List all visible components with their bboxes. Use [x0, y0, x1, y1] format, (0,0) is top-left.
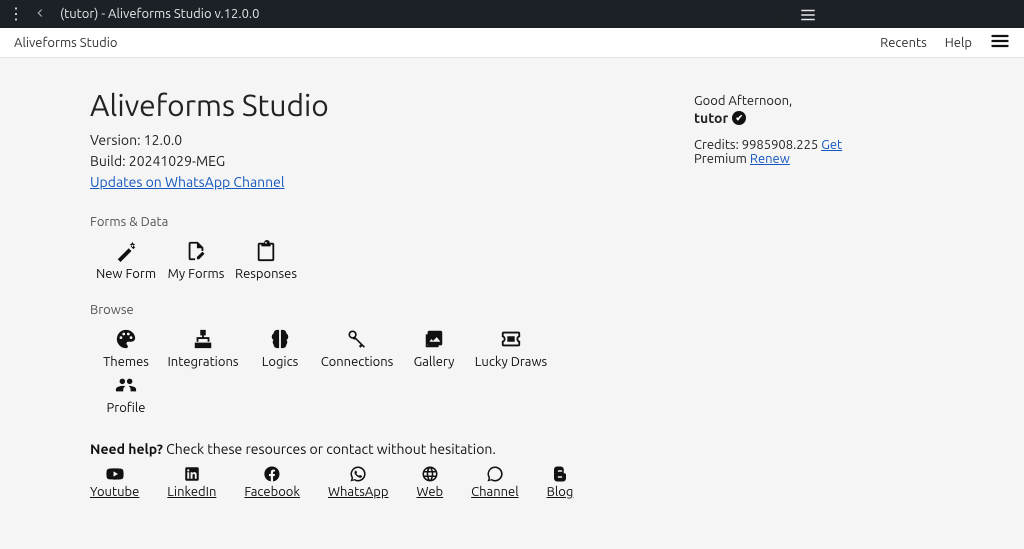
help-text: Need help? Check these resources or cont… [90, 441, 694, 457]
youtube-icon [90, 463, 139, 485]
new-form-button[interactable]: New Form [90, 235, 162, 281]
kebab-menu-icon[interactable]: ⋮ [8, 6, 24, 22]
credits-value: 9985908.225 [742, 138, 819, 152]
globe-icon [417, 463, 444, 485]
new-form-label: New Form [90, 267, 162, 281]
logics-label: Logics [244, 355, 316, 369]
facebook-label: Facebook [244, 485, 300, 499]
linkedin-label: LinkedIn [167, 485, 216, 499]
window-titlebar: ⋮ (tutor) - Aliveforms Studio v.12.0.0 + [0, 0, 1024, 28]
facebook-icon [244, 463, 300, 485]
themes-label: Themes [90, 355, 162, 369]
app-menu-icon[interactable] [990, 31, 1010, 55]
page-title: Aliveforms Studio [90, 88, 694, 122]
window-title: (tutor) - Aliveforms Studio v.12.0.0 [60, 7, 776, 21]
key-icon [314, 327, 400, 351]
integrations-button[interactable]: Integrations [160, 323, 246, 369]
integrations-label: Integrations [160, 355, 246, 369]
youtube-label: Youtube [90, 485, 139, 499]
file-edit-icon [160, 239, 232, 263]
hamburger-icon[interactable] [799, 6, 817, 28]
help-rest: Check these resources or contact without… [163, 441, 496, 457]
version-label: Version: 12.0.0 [90, 130, 694, 151]
logics-button[interactable]: Logics [244, 323, 316, 369]
help-prefix: Need help? [90, 441, 163, 457]
blog-link[interactable]: Blog [547, 463, 574, 499]
blog-icon [547, 463, 574, 485]
lucky-draws-label: Lucky Draws [468, 355, 554, 369]
ticket-icon [468, 327, 554, 351]
back-button[interactable] [28, 6, 52, 23]
channel-label: Channel [471, 485, 519, 499]
credits-line: Credits: 9985908.225 Get [694, 138, 934, 152]
connections-button[interactable]: Connections [314, 323, 400, 369]
brand-label: Aliveforms Studio [14, 36, 862, 50]
blog-label: Blog [547, 485, 574, 499]
linkedin-icon [167, 463, 216, 485]
facebook-link[interactable]: Facebook [244, 463, 300, 499]
updates-link[interactable]: Updates on WhatsApp Channel [90, 174, 285, 190]
app-menubar: Aliveforms Studio Recents Help [0, 28, 1024, 58]
connections-label: Connections [314, 355, 400, 369]
credits-prefix: Credits: [694, 138, 742, 152]
whatsapp-link[interactable]: WhatsApp [328, 463, 389, 499]
profile-button[interactable]: Profile [90, 369, 162, 415]
help-link[interactable]: Help [945, 36, 972, 50]
clipboard-icon [230, 239, 302, 263]
themes-button[interactable]: Themes [90, 323, 162, 369]
browse-section-label: Browse [90, 303, 694, 317]
channel-icon [471, 463, 519, 485]
user-panel: Good Afternoon, tutor Credits: 9985908.2… [694, 88, 934, 499]
premium-label: Premium [694, 152, 750, 166]
build-label: Build: 20241029-MEG [90, 151, 694, 172]
plus-icon[interactable]: + [776, 6, 787, 29]
wand-icon [90, 239, 162, 263]
web-link[interactable]: Web [417, 463, 444, 499]
palette-icon [90, 327, 162, 351]
network-icon [160, 327, 246, 351]
gallery-icon [398, 327, 470, 351]
my-forms-button[interactable]: My Forms [160, 235, 232, 281]
greeting-text: Good Afternoon, [694, 94, 934, 108]
brain-icon [244, 327, 316, 351]
renew-link[interactable]: Renew [750, 152, 790, 166]
username: tutor [694, 110, 728, 126]
get-credits-link[interactable]: Get [821, 138, 842, 152]
gallery-label: Gallery [398, 355, 470, 369]
forms-row: New Form My Forms Responses [90, 235, 694, 281]
web-label: Web [417, 485, 444, 499]
verified-badge-icon [732, 111, 746, 125]
users-icon [90, 373, 162, 397]
whatsapp-label: WhatsApp [328, 485, 389, 499]
gallery-button[interactable]: Gallery [398, 323, 470, 369]
whatsapp-icon [328, 463, 389, 485]
lucky-draws-button[interactable]: Lucky Draws [468, 323, 554, 369]
forms-section-label: Forms & Data [90, 215, 694, 229]
help-links-row: Youtube LinkedIn Facebook WhatsApp Web C… [90, 463, 694, 499]
responses-button[interactable]: Responses [230, 235, 302, 281]
recents-link[interactable]: Recents [880, 36, 927, 50]
youtube-link[interactable]: Youtube [90, 463, 139, 499]
browse-row: Themes Integrations Logics Connections G… [90, 323, 694, 369]
profile-label: Profile [90, 401, 162, 415]
channel-link[interactable]: Channel [471, 463, 519, 499]
responses-label: Responses [230, 267, 302, 281]
my-forms-label: My Forms [160, 267, 232, 281]
linkedin-link[interactable]: LinkedIn [167, 463, 216, 499]
